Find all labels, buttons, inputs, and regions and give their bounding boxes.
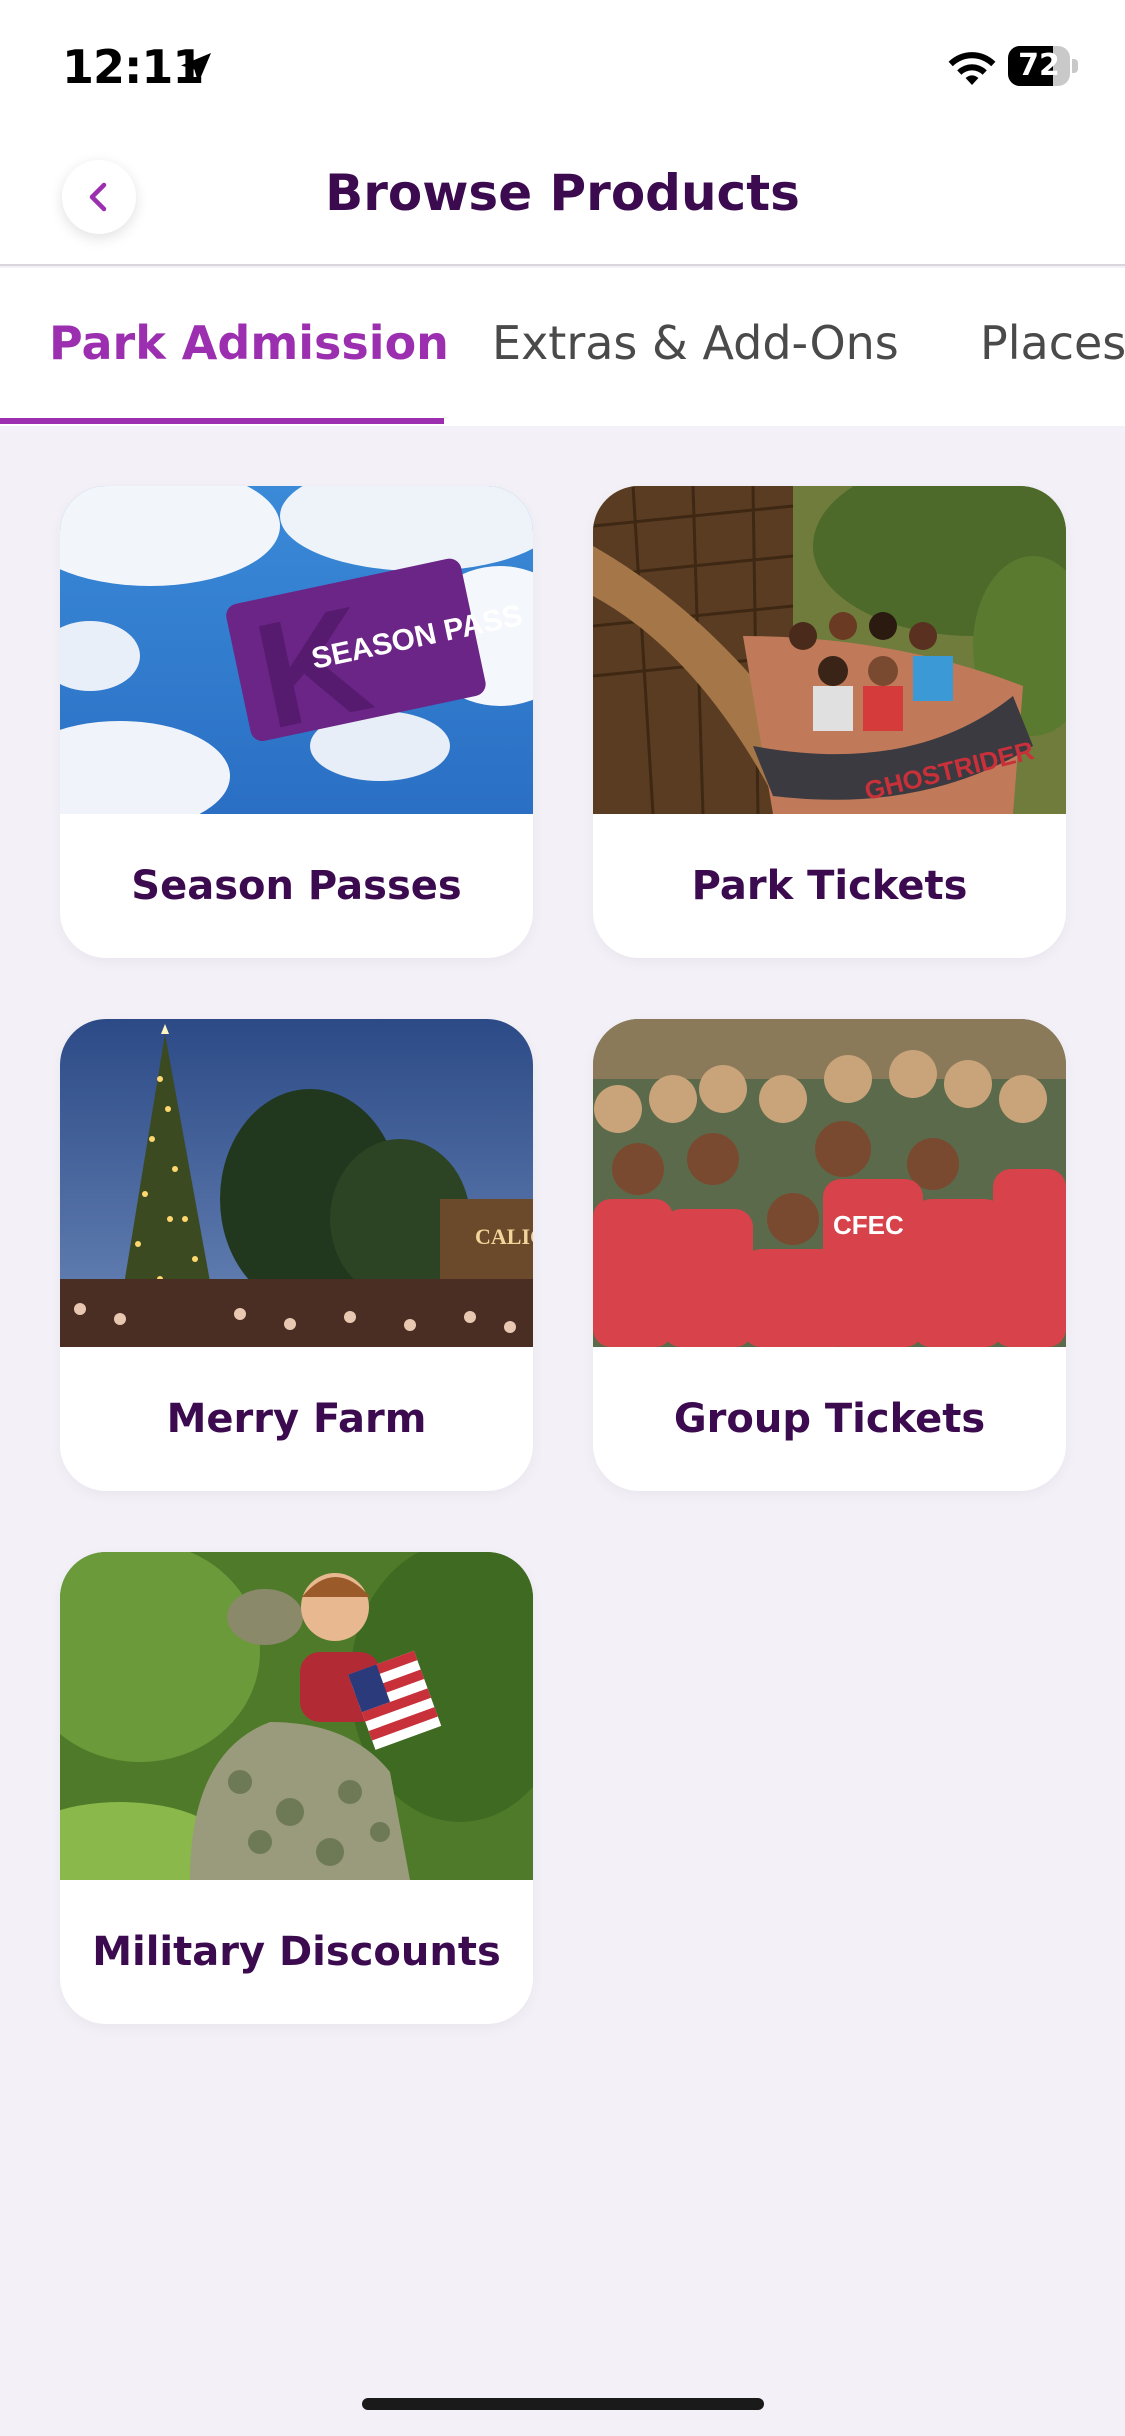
calico-sign-text: CALICO [475,1224,533,1249]
home-indicator[interactable] [362,2398,764,2410]
roller-coaster-riders-image: GHOSTRIDER [593,486,1066,814]
active-tab-indicator [0,418,444,424]
wifi-icon [948,52,996,85]
product-card-label: Park Tickets [691,863,968,909]
tab-park-admission[interactable]: Park Admission [49,316,449,370]
product-card-merry-farm[interactable]: CALICO Merry Farm [60,1019,533,1491]
soldier-hugging-child-image [60,1552,533,1880]
holiday-tree-night-image: CALICO [60,1019,533,1347]
battery-level: 72 [1018,48,1060,83]
battery-tip [1072,59,1078,73]
location-arrow-icon [181,53,211,83]
battery-indicator: 72 [1008,46,1078,86]
page-title: Browse Products [325,164,800,222]
product-card-park-tickets[interactable]: GHOSTRIDER Park Tickets [593,486,1066,958]
group-selfie-red-shirts-image: CFEC [593,1019,1066,1347]
product-card-military-discounts[interactable]: Military Discounts [60,1552,533,2024]
product-card-label: Season Passes [131,863,462,909]
battery-icon: 72 [1008,46,1070,86]
nav-header: Browse Products [0,130,1125,266]
group-shirt-text: CFEC [833,1210,904,1240]
product-card-group-tickets[interactable]: CFEC Group Tickets [593,1019,1066,1491]
product-card-label: Merry Farm [166,1396,427,1442]
status-bar: 12:11 72 [0,0,1125,130]
tab-extras-add-ons[interactable]: Extras & Add-Ons [492,316,899,370]
season-pass-card-sky-image: K SEASON PASS [60,486,533,814]
category-tabs: Park Admission Extras & Add-Ons Places [0,268,1125,426]
product-card-label: Military Discounts [92,1929,501,1975]
tab-places[interactable]: Places [980,316,1125,370]
product-card-season-passes[interactable]: K SEASON PASS Season Passes [60,486,533,958]
product-card-label: Group Tickets [673,1396,986,1442]
